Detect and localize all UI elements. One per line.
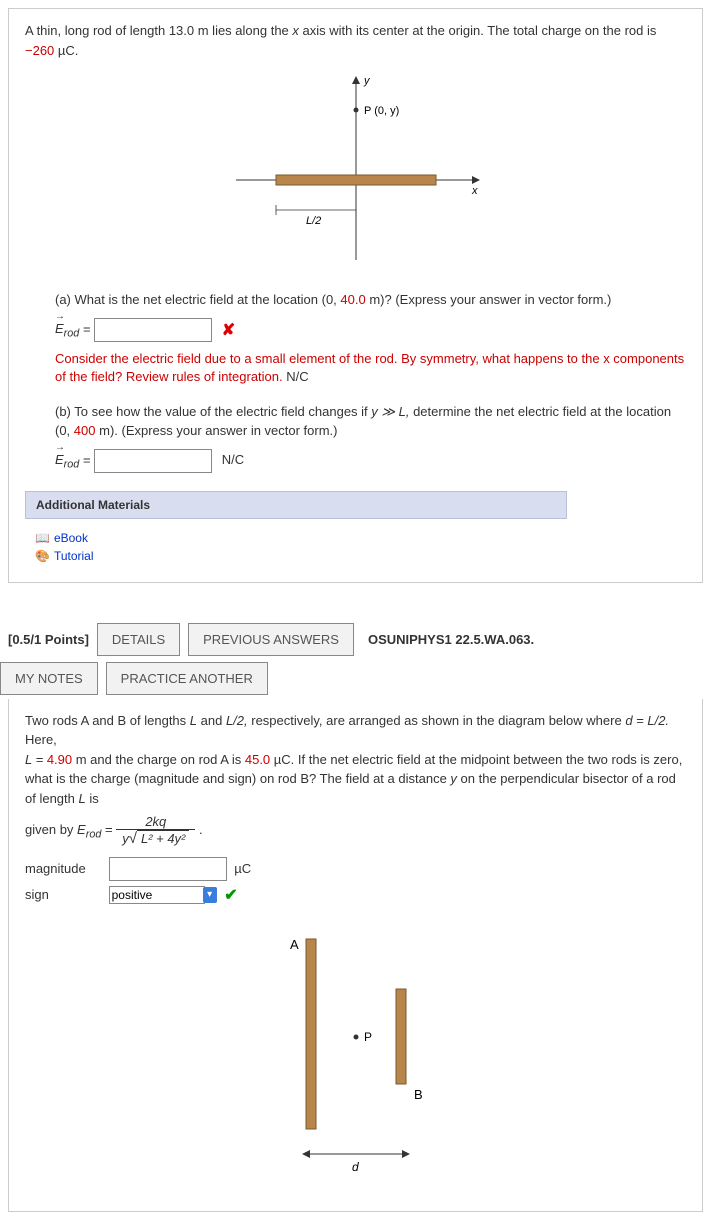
feedback-text: Consider the electric field due to a sma…: [55, 351, 684, 384]
q1-diagram: y x P (0, y) L/2: [25, 60, 686, 290]
q1-part-a: (a) What is the net electric field at th…: [55, 290, 686, 310]
magnitude-input[interactable]: [109, 857, 227, 881]
two-rods-diagram: A B P d: [236, 919, 476, 1179]
y-axis-label: y: [363, 75, 371, 87]
erod-e-b: E: [55, 452, 64, 467]
lhalf-label: L/2: [306, 215, 321, 227]
part-b-input[interactable]: [94, 449, 212, 473]
q2-points: [0.5/1 Points]: [8, 632, 89, 647]
q2-mid1: respectively, are arranged as shown in t…: [248, 713, 626, 728]
point-p-label: P (0, y): [364, 105, 399, 117]
book-icon: [35, 530, 54, 545]
part-b-cond: y ≫ L,: [371, 404, 409, 419]
tutorial-link[interactable]: Tutorial: [54, 549, 94, 563]
q2-Leq-pre: L =: [25, 752, 47, 767]
equals-b: =: [83, 452, 94, 467]
period: .: [199, 822, 203, 837]
q2-and: and: [197, 713, 226, 728]
q2-deq: d = L/2.: [625, 713, 669, 728]
part-a-post: m)? (Express your answer in vector form.…: [366, 292, 612, 307]
erod-sub-q2: rod: [86, 829, 102, 841]
intro-mid: axis with its center at the origin. The …: [299, 23, 656, 38]
q2-diagram: A B P d: [25, 909, 686, 1199]
tutorial-icon: [35, 548, 54, 563]
given-by: given by: [25, 822, 77, 837]
q2-text: Two rods A and B of lengths L and L/2, r…: [25, 711, 686, 809]
question-2: Two rods A and B of lengths L and L/2, r…: [8, 699, 703, 1213]
fraction: 2kq y√L² + 4y²: [116, 814, 195, 847]
dropdown-icon[interactable]: ▾: [203, 887, 217, 903]
point-p-label-q2: P: [364, 1030, 372, 1044]
question-1: A thin, long rod of length 13.0 m lies a…: [8, 8, 703, 583]
eq-sign: =: [105, 822, 116, 837]
frac-num: 2kq: [116, 814, 195, 830]
erod-e-q2: E: [77, 822, 86, 837]
q2-qa-val: 45.0: [245, 752, 270, 767]
equals-a: =: [83, 321, 94, 336]
rod-xy-diagram: y x P (0, y) L/2: [216, 70, 496, 270]
part-a-answer-row: →Erod = ✘: [55, 318, 686, 342]
previous-answers-button[interactable]: PREVIOUS ANSWERS: [188, 623, 354, 656]
q2-header: [0.5/1 Points] DETAILS PREVIOUS ANSWERS …: [8, 623, 703, 656]
q1-intro: A thin, long rod of length 13.0 m lies a…: [25, 21, 686, 60]
q2-L: L: [190, 713, 197, 728]
erod-label-a: →Erod: [55, 321, 83, 336]
additional-materials-header: Additional Materials: [25, 491, 567, 519]
correct-icon: ✔: [224, 887, 237, 904]
q2-L-val: 4.90: [47, 752, 72, 767]
part-b-post: m). (Express your answer in vector form.…: [96, 423, 338, 438]
erod-label-b: →Erod: [55, 452, 83, 467]
part-a-val: 40.0: [340, 292, 365, 307]
q2-pre: Two rods A and B of lengths: [25, 713, 190, 728]
den-sqrt: L² + 4y²: [137, 830, 189, 846]
q1-part-b: (b) To see how the value of the electric…: [55, 402, 686, 441]
d-label: d: [352, 1160, 359, 1174]
q2-mid2: Here,: [25, 732, 57, 747]
part-a-feedback: Consider the electric field due to a sma…: [55, 350, 686, 386]
q1-charge: −260: [25, 43, 54, 58]
erod-sub: rod: [64, 328, 80, 340]
q1-charge-unit: µC.: [54, 43, 78, 58]
my-notes-button[interactable]: MY NOTES: [0, 662, 98, 695]
q2-formula-row: given by Erod = 2kq y√L² + 4y² .: [25, 814, 686, 847]
part-b-val: 400: [74, 423, 96, 438]
details-button[interactable]: DETAILS: [97, 623, 180, 656]
erod-e: E: [55, 321, 64, 336]
rod-a-label: A: [290, 937, 299, 952]
magnitude-label: magnitude: [25, 861, 105, 876]
feedback-unit: N/C: [283, 369, 309, 384]
sign-label: sign: [25, 887, 105, 902]
magnitude-row: magnitude µC: [25, 857, 686, 881]
q2-Leq-post: m and the charge on rod A is: [72, 752, 245, 767]
part-a-pre: (a) What is the net electric field at th…: [55, 292, 340, 307]
part-b-answer-row: →Erod = N/C: [55, 449, 686, 473]
materials-body: eBook Tutorial: [25, 519, 686, 570]
q2-ref: OSUNIPHYS1 22.5.WA.063.: [368, 632, 534, 647]
intro-text: A thin, long rod of length 13.0 m lies a…: [25, 23, 292, 38]
part-b-pre: (b) To see how the value of the electric…: [55, 404, 371, 419]
rod-b-label: B: [414, 1087, 423, 1102]
q2-header-row2: MY NOTES PRACTICE ANOTHER: [8, 662, 703, 695]
frac-den: y√L² + 4y²: [116, 830, 195, 847]
sqrt-icon: √: [129, 830, 137, 847]
part-a-input[interactable]: [94, 318, 212, 342]
practice-another-button[interactable]: PRACTICE ANOTHER: [106, 662, 268, 695]
sign-select[interactable]: [109, 886, 205, 904]
unit-b: N/C: [222, 452, 244, 467]
magnitude-unit: µC: [234, 861, 251, 876]
q2-L2: L: [79, 791, 86, 806]
sign-row: sign ▾ ✔: [25, 885, 686, 905]
x-axis-label: x: [471, 185, 478, 197]
q2-post: is: [86, 791, 99, 806]
erod-sub-b: rod: [64, 459, 80, 471]
wrong-icon: ✘: [222, 322, 235, 339]
erod-q2: Erod: [77, 822, 101, 837]
ebook-link[interactable]: eBook: [54, 531, 88, 545]
q2-Lhalf: L/2,: [226, 713, 248, 728]
